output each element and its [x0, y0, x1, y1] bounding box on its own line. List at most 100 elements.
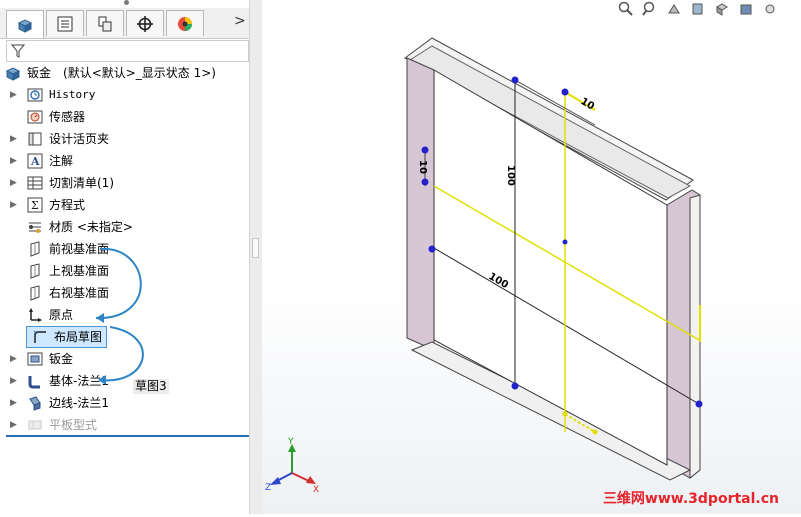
sensor-icon: [26, 108, 44, 126]
view-orientation-icon[interactable]: [713, 0, 731, 18]
origin-point: [562, 239, 568, 245]
zoom-to-fit-icon[interactable]: [617, 0, 635, 18]
tree-item[interactable]: ▶ 基体-法兰1: [10, 371, 109, 391]
tree-item[interactable]: 传感器: [10, 107, 85, 127]
dimension-label[interactable]: 100: [505, 165, 516, 186]
tab-more-arrow[interactable]: >: [234, 13, 246, 29]
tree-item[interactable]: ▶ 钣金: [10, 349, 73, 369]
selected-highlight[interactable]: 布局草图: [26, 326, 108, 348]
hide-show-icon[interactable]: [761, 0, 779, 18]
tree-item-label: 右视基准面: [49, 286, 110, 300]
feature-manager-panel: > 钣金 (默认<默认>_显示状态 1>) ▶ History 传感器 ▶ 设计活页夹 ▶…: [0, 0, 250, 514]
expand-spacer: [10, 288, 18, 298]
svg-text:X: X: [313, 485, 319, 495]
expand-arrow-icon[interactable]: ▶: [10, 200, 18, 210]
tree-item-label: 基体-法兰1: [49, 374, 109, 388]
previous-view-icon[interactable]: [665, 0, 683, 18]
tree-item[interactable]: ▶ 边线-法兰1: [10, 393, 109, 413]
tree-item[interactable]: 布局草图: [10, 326, 108, 348]
tree-item[interactable]: ▶ History: [10, 85, 95, 105]
model-view[interactable]: 10 10 100 100 Y X Z: [262, 0, 801, 514]
tree-end-line: [6, 435, 250, 437]
tree-item[interactable]: 右视基准面: [10, 283, 109, 303]
tree-item[interactable]: ▶ 切割清单(1): [10, 173, 114, 193]
zoom-area-icon[interactable]: [641, 0, 659, 18]
tree-item[interactable]: ▶ 设计活页夹: [10, 129, 109, 149]
expand-arrow-icon[interactable]: ▶: [10, 156, 18, 166]
tree-item[interactable]: ▶ Σ 方程式: [10, 195, 85, 215]
svg-text:Z: Z: [265, 483, 271, 493]
tab-display-manager[interactable]: [166, 10, 204, 36]
property-list-icon: [57, 16, 73, 31]
base-flange-icon: [26, 372, 44, 390]
expand-spacer: [10, 310, 18, 320]
splitter-handle[interactable]: [252, 238, 259, 258]
tree-item-label: 原点: [49, 308, 74, 322]
tree-item[interactable]: 上视基准面: [10, 261, 109, 281]
sketch-point: [421, 146, 429, 154]
history-icon: [26, 86, 44, 104]
tree-item-label: 切割清单(1): [49, 176, 114, 190]
sketch-point: [562, 411, 568, 417]
expand-arrow-icon[interactable]: ▶: [10, 376, 18, 386]
expand-arrow-icon[interactable]: ▶: [10, 420, 18, 430]
graphics-area[interactable]: 10 10 100 100 Y X Z 三维网www.3dportal.cn: [262, 0, 801, 514]
expand-arrow-icon[interactable]: ▶: [10, 354, 18, 364]
drag-arrow-upper-head: [96, 313, 104, 323]
tree-item[interactable]: 材质 <未指定>: [10, 217, 133, 237]
tab-feature-manager[interactable]: [6, 10, 44, 38]
tab-dimxpert-manager[interactable]: [126, 10, 164, 36]
tab-property-manager[interactable]: [46, 10, 84, 36]
drag-tooltip: 草图3: [133, 379, 169, 394]
expand-spacer: [10, 266, 18, 276]
tree-item-label: 注解: [49, 154, 74, 168]
display-style-icon[interactable]: [737, 0, 755, 18]
sketch-point: [592, 429, 598, 435]
sketch-point: [421, 178, 429, 186]
plane-icon: [26, 262, 44, 280]
tree-item[interactable]: 原点: [10, 305, 73, 325]
view-triad: Y X Z: [265, 437, 319, 495]
material-icon: [26, 218, 44, 236]
sheet-metal-icon: [26, 350, 44, 368]
origin-icon: [26, 306, 44, 324]
tree-item[interactable]: ▶ A 注解: [10, 151, 73, 171]
tree-item-label: 上视基准面: [49, 264, 110, 278]
section-view-icon[interactable]: [689, 0, 707, 18]
tree-item-label: 平板型式: [49, 418, 98, 432]
expand-spacer: [10, 112, 18, 122]
plane-icon: [26, 284, 44, 302]
tree-item-label: 材质 <未指定>: [49, 220, 133, 234]
tree-item-label: 方程式: [49, 198, 86, 212]
expand-arrow-icon[interactable]: ▶: [10, 398, 18, 408]
part-icon: [4, 64, 22, 82]
panel-grip[interactable]: [124, 0, 129, 5]
tree-item[interactable]: 前视基准面: [10, 239, 109, 259]
filter-icon: [11, 44, 25, 58]
tree-item-label: 边线-法兰1: [49, 396, 109, 410]
manager-tab-bar: >: [0, 8, 250, 39]
expand-spacer: [10, 332, 18, 342]
tab-configuration-manager[interactable]: [86, 10, 124, 36]
dimension-label[interactable]: 10: [417, 160, 428, 174]
tree-filter[interactable]: [6, 40, 249, 62]
expand-spacer: [10, 222, 18, 232]
svg-text:A: A: [30, 155, 40, 168]
heads-up-toolbar: [617, 0, 779, 20]
sketch-icon: [31, 328, 49, 346]
tree-item[interactable]: ▶ 平板型式: [10, 415, 97, 435]
expand-arrow-icon[interactable]: ▶: [10, 90, 18, 100]
tree-root[interactable]: 钣金 (默认<默认>_显示状态 1>): [4, 63, 216, 83]
watermark: 三维网www.3dportal.cn: [602, 491, 779, 507]
expand-arrow-icon[interactable]: ▶: [10, 178, 18, 188]
panel-splitter[interactable]: [249, 0, 262, 514]
expand-arrow-icon[interactable]: ▶: [10, 134, 18, 144]
tree-item-label: History: [49, 88, 96, 101]
cut-list-icon: [26, 174, 44, 192]
feature-tree-icon: [17, 18, 33, 33]
sketch-point: [511, 76, 519, 84]
tree-item-label: 布局草图: [54, 330, 103, 344]
svg-text:Σ: Σ: [31, 199, 39, 212]
equations-icon: Σ: [26, 196, 44, 214]
sketch-point: [428, 245, 436, 253]
